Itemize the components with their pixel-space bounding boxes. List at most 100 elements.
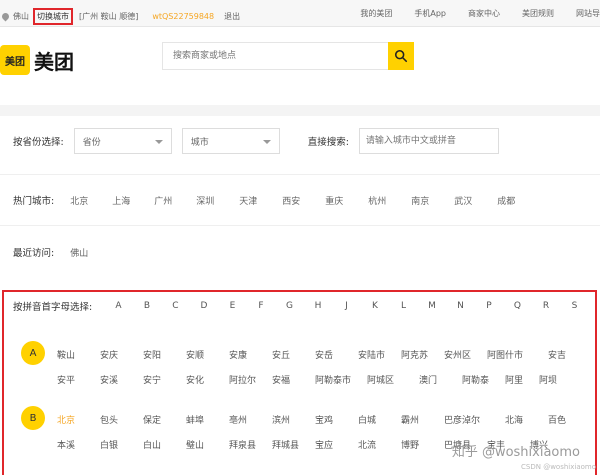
city-link[interactable]: 阿城区 <box>367 373 419 386</box>
city-link[interactable]: 鞍山 <box>57 348 100 361</box>
watermark: 知乎 @woshixiaomo <box>451 445 580 460</box>
city-link[interactable]: 安岳 <box>315 348 358 361</box>
city-link[interactable]: 蚌埠 <box>186 413 229 426</box>
letter-link[interactable]: S <box>560 301 589 311</box>
link-mobile-app[interactable]: 手机App <box>414 8 446 19</box>
search-button[interactable] <box>388 42 414 70</box>
hot-city[interactable]: 西安 <box>282 194 325 207</box>
letter-link[interactable]: J <box>332 301 361 311</box>
province-row: 按省份选择: 省份 城市 直接搜索: <box>13 128 499 154</box>
letter-link[interactable]: C <box>161 301 190 311</box>
city-link[interactable]: 安阳 <box>143 348 186 361</box>
city-link[interactable]: 安康 <box>229 348 272 361</box>
link-site-nav[interactable]: 网站导 <box>576 8 600 19</box>
city-link[interactable]: 安化 <box>186 373 229 386</box>
letter-link[interactable]: Q <box>503 301 532 311</box>
city-link[interactable]: 包头 <box>100 413 143 426</box>
city-link[interactable]: 本溪 <box>57 438 100 451</box>
city-link[interactable]: 安宁 <box>143 373 186 386</box>
city-link[interactable]: 安庆 <box>100 348 143 361</box>
city-link[interactable]: 安福 <box>272 373 315 386</box>
pinyin-label: 按拼音首字母选择: <box>13 302 93 313</box>
city-link[interactable]: 安陆市 <box>358 348 401 361</box>
letter-link[interactable]: R <box>532 301 561 311</box>
link-rules[interactable]: 美团规则 <box>522 8 554 19</box>
letter-link[interactable]: N <box>446 301 475 311</box>
recent-city[interactable]: 佛山 <box>70 246 88 259</box>
top-bar: 佛山 切换城市 [广州 鞍山 顺德] wtQS22759848 退出 我的美团 … <box>0 0 600 27</box>
city-link[interactable]: 巴彦淖尔 <box>444 413 505 426</box>
hot-city[interactable]: 成都 <box>497 194 540 207</box>
city-link[interactable]: 阿坝 <box>539 373 559 386</box>
letter-link[interactable]: M <box>418 301 447 311</box>
hot-city[interactable]: 武汉 <box>454 194 497 207</box>
meituan-logo[interactable]: 美团 美团 <box>0 45 74 75</box>
city-link[interactable]: 白银 <box>100 438 143 451</box>
logout-link[interactable]: 退出 <box>224 11 240 22</box>
city-link[interactable]: 保定 <box>143 413 186 426</box>
switch-city-link[interactable]: 切换城市 <box>33 8 73 25</box>
hot-city[interactable]: 杭州 <box>368 194 411 207</box>
top-links: 我的美团 手机App 商家中心 美团规则 网站导 <box>360 8 600 19</box>
city-link[interactable]: 白城 <box>358 413 401 426</box>
nearby-cities[interactable]: [广州 鞍山 顺德] <box>79 11 138 22</box>
city-select-value: 城市 <box>190 137 209 148</box>
chevron-down-icon <box>262 140 271 144</box>
search-input[interactable] <box>162 42 388 70</box>
header: 美团 美团 <box>0 27 600 105</box>
hot-city[interactable]: 北京 <box>70 194 112 207</box>
city-link[interactable]: 安吉 <box>548 348 568 361</box>
city-link[interactable]: 安丘 <box>272 348 315 361</box>
hot-city[interactable]: 广州 <box>154 194 196 207</box>
recent-label: 最近访问: <box>13 248 55 259</box>
city-link[interactable]: 澳门 <box>419 373 462 386</box>
letter-link[interactable]: G <box>275 301 304 311</box>
letter-link[interactable]: A <box>104 301 133 311</box>
city-link[interactable]: 拜泉县 <box>229 438 272 451</box>
letter-link[interactable]: H <box>304 301 333 311</box>
watermark-sub: CSDN @woshixiaomo <box>521 463 596 471</box>
username-link[interactable]: wtQS22759848 <box>152 12 214 21</box>
hot-city[interactable]: 重庆 <box>325 194 368 207</box>
city-link[interactable]: 阿勒泰市 <box>315 373 367 386</box>
letter-link[interactable]: P <box>475 301 504 311</box>
recent-row: 最近访问: 佛山 <box>13 245 88 259</box>
letter-link[interactable]: K <box>361 301 390 311</box>
city-select[interactable]: 城市 <box>181 128 280 154</box>
city-link[interactable]: 拜城县 <box>272 438 315 451</box>
hot-city[interactable]: 上海 <box>112 194 154 207</box>
letter-link[interactable]: F <box>247 301 276 311</box>
city-link[interactable]: 宝鸡 <box>315 413 358 426</box>
city-link[interactable]: 安州区 <box>444 348 487 361</box>
city-link[interactable]: 百色 <box>548 413 578 426</box>
link-my-meituan[interactable]: 我的美团 <box>360 8 392 19</box>
city-link[interactable]: 安平 <box>57 373 100 386</box>
city-link-active[interactable]: 北京 <box>57 413 100 426</box>
city-link[interactable]: 北流 <box>358 438 401 451</box>
province-select[interactable]: 省份 <box>73 128 172 154</box>
city-link[interactable]: 霸州 <box>401 413 444 426</box>
city-link[interactable]: 安溪 <box>100 373 143 386</box>
city-link[interactable]: 宝应 <box>315 438 358 451</box>
city-link[interactable]: 阿图什市 <box>487 348 548 361</box>
letter-link[interactable]: B <box>133 301 162 311</box>
city-link[interactable]: 阿克苏 <box>401 348 444 361</box>
city-link[interactable]: 亳州 <box>229 413 272 426</box>
city-link[interactable]: 北海 <box>505 413 548 426</box>
letter-link[interactable]: L <box>389 301 418 311</box>
hot-city[interactable]: 南京 <box>411 194 454 207</box>
city-link[interactable]: 璧山 <box>186 438 229 451</box>
letter-link[interactable]: D <box>190 301 219 311</box>
city-link[interactable]: 白山 <box>143 438 186 451</box>
city-search-input[interactable] <box>358 128 499 154</box>
city-link[interactable]: 阿勒泰 <box>462 373 505 386</box>
hot-city[interactable]: 深圳 <box>196 194 239 207</box>
city-link[interactable]: 阿拉尔 <box>229 373 272 386</box>
hot-city[interactable]: 天津 <box>239 194 282 207</box>
city-link[interactable]: 滨州 <box>272 413 315 426</box>
link-merchant-center[interactable]: 商家中心 <box>468 8 500 19</box>
letter-link[interactable]: E <box>218 301 247 311</box>
city-link[interactable]: 阿里 <box>505 373 539 386</box>
city-link[interactable]: 博野 <box>401 438 444 451</box>
city-link[interactable]: 安顺 <box>186 348 229 361</box>
